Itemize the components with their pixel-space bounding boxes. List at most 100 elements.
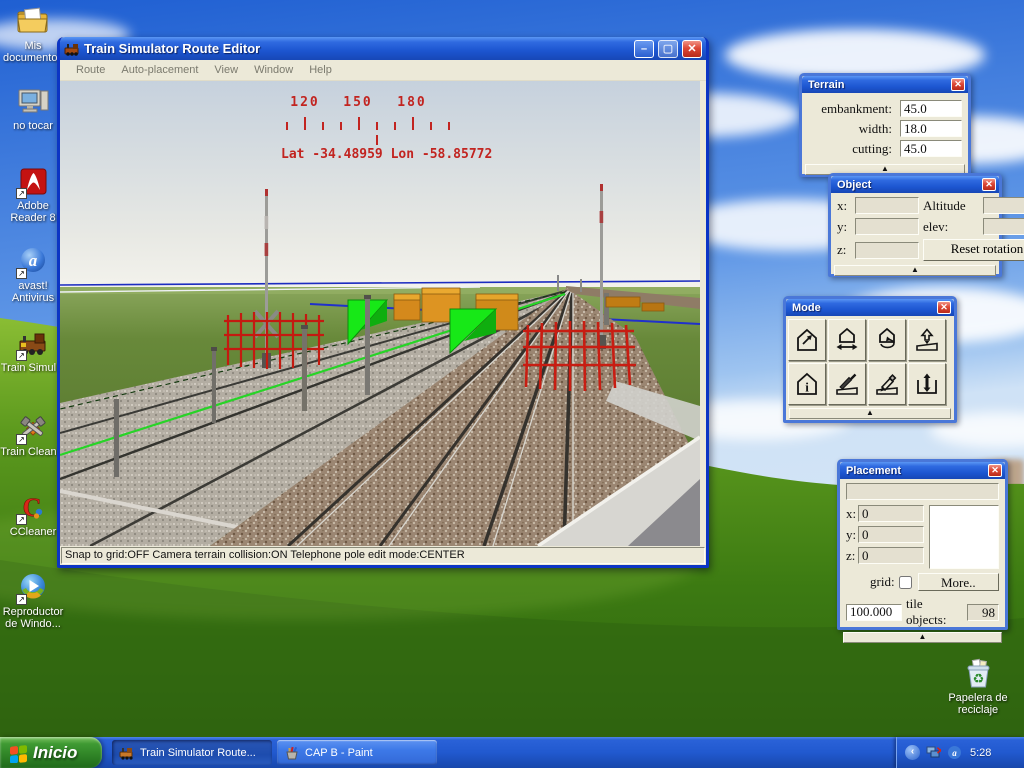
desktop-icon-label: Reproductor de Windo... (0, 606, 66, 630)
width-input[interactable] (900, 120, 962, 137)
placement-x-field[interactable]: 0 (858, 505, 924, 522)
grid-checkbox[interactable] (899, 576, 912, 589)
object-y-field[interactable] (855, 218, 919, 235)
taskbar-button-route-editor[interactable]: Train Simulator Route... (112, 740, 272, 765)
svg-text:✕: ✕ (936, 746, 941, 757)
scale-input[interactable] (846, 604, 902, 621)
shortcut-arrow-icon: ↗ (16, 188, 27, 199)
taskbar-button-paint[interactable]: CAP B - Paint (277, 740, 437, 765)
shortcut-arrow-icon: ↗ (16, 594, 27, 605)
desktop-icon-media-player[interactable]: ↗ Reproductor de Windo... (0, 572, 66, 630)
svg-text:♻: ♻ (973, 671, 985, 686)
placement-y-field[interactable]: 0 (858, 526, 924, 543)
mode-object-info-button[interactable]: i (788, 363, 826, 405)
close-button[interactable]: ✕ (682, 40, 702, 58)
placement-object-listbox[interactable] (929, 505, 999, 569)
compass-heading-150: 150 (336, 95, 380, 110)
minimize-button[interactable]: – (634, 40, 654, 58)
x-label: x: (837, 198, 851, 214)
desktop-icon-recycle-bin[interactable]: ♻ Papelera de reciclaje (938, 658, 1018, 716)
close-icon[interactable]: ✕ (951, 78, 965, 91)
object-x-field[interactable] (855, 197, 919, 214)
elev-label: elev: (923, 219, 979, 235)
mode-terrain-raise-lower-button[interactable] (908, 363, 946, 405)
mode-terrain-pencil-button[interactable] (868, 363, 906, 405)
close-icon[interactable]: ✕ (937, 301, 951, 314)
embankment-label: embankment: (808, 101, 900, 117)
media-player-icon: ↗ (16, 572, 50, 604)
window-train-icon (64, 41, 80, 57)
placement-panel-titlebar[interactable]: Placement ✕ (840, 462, 1005, 479)
menu-route[interactable]: Route (68, 64, 113, 76)
terrain-raise-lower-icon (914, 371, 940, 397)
ccleaner-icon: C ↗ (16, 492, 50, 524)
close-icon[interactable]: ✕ (982, 178, 996, 191)
object-panel-title: Object (837, 179, 982, 191)
shortcut-arrow-icon: ↗ (16, 434, 27, 445)
network-disconnected-icon[interactable]: ✕ (926, 745, 941, 760)
adobe-reader-icon: ↗ (16, 166, 50, 198)
menu-auto-placement[interactable]: Auto-placement (113, 64, 206, 76)
panel-collapse-bar[interactable]: ▲ (834, 265, 996, 276)
tile-objects-label: tile objects: (906, 596, 963, 628)
menu-help[interactable]: Help (301, 64, 340, 76)
altitude-field[interactable] (983, 197, 1024, 214)
status-text: Snap to grid:OFF Camera terrain collisio… (61, 547, 705, 564)
shortcut-arrow-icon: ↗ (16, 268, 27, 279)
elev-field[interactable] (983, 218, 1024, 235)
start-label: Inicio (33, 743, 77, 763)
z-label: z: (837, 242, 851, 258)
shortcut-arrow-icon: ↗ (16, 350, 27, 361)
z-label: z: (846, 548, 858, 564)
compass-center-tick (376, 135, 378, 145)
cutting-input[interactable] (900, 140, 962, 157)
desktop-icon-label: Papelera de reciclaje (938, 692, 1018, 716)
y-label: y: (846, 527, 858, 543)
object-z-field[interactable] (855, 242, 919, 259)
more-button[interactable]: More.. (918, 573, 999, 591)
mode-rotate-object-button[interactable] (868, 319, 906, 361)
terrain-panel-titlebar[interactable]: Terrain ✕ (802, 76, 968, 93)
window-titlebar[interactable]: Train Simulator Route Editor – ▢ ✕ (60, 37, 706, 60)
compass-heading-120: 120 (283, 95, 327, 110)
panel-collapse-bar[interactable]: ▲ (789, 408, 951, 419)
altitude-label: Altitude (923, 198, 979, 214)
close-icon[interactable]: ✕ (988, 464, 1002, 477)
placement-z-field[interactable]: 0 (858, 547, 924, 564)
embankment-input[interactable] (900, 100, 962, 117)
cutting-label: cutting: (808, 141, 900, 157)
start-button[interactable]: Inicio (0, 737, 102, 768)
compass-heading-180: 180 (390, 95, 434, 110)
y-label: y: (837, 219, 851, 235)
mode-panel-titlebar[interactable]: Mode ✕ (786, 299, 954, 316)
taskbar-button-label: CAP B - Paint (305, 747, 373, 759)
mode-place-object-button[interactable] (788, 319, 826, 361)
object-panel-titlebar[interactable]: Object ✕ (831, 176, 999, 193)
rotate-object-icon (874, 327, 900, 353)
lat-lon-readout: Lat -34.48959 Lon -58.85772 (281, 147, 492, 162)
system-tray: ‹ ✕ a 5:28 (896, 737, 1024, 768)
panel-collapse-bar[interactable]: ▲ (843, 632, 1002, 643)
3d-viewport[interactable]: 120 150 180 Lat -34.48959 Lon -58.85772 (60, 81, 700, 546)
avast-tray-icon[interactable]: a (947, 745, 962, 760)
mode-terrain-cut-button[interactable] (828, 363, 866, 405)
status-bar: Snap to grid:OFF Camera terrain collisio… (60, 546, 706, 563)
compass-tick-scale (286, 117, 456, 131)
mode-panel: Mode ✕ i (783, 296, 957, 423)
width-label: width: (808, 121, 900, 137)
terrain-cut-icon (834, 371, 860, 397)
maximize-button[interactable]: ▢ (658, 40, 678, 58)
hide-icons-chevron[interactable]: ‹ (905, 745, 920, 760)
object-panel: Object ✕ x: Altitude y: elev: z: Reset r… (828, 173, 1002, 277)
taskbar-clock[interactable]: 5:28 (970, 747, 991, 759)
menu-window[interactable]: Window (246, 64, 301, 76)
menu-view[interactable]: View (206, 64, 246, 76)
move-object-icon (834, 327, 860, 353)
reset-rotation-button[interactable]: Reset rotation (923, 239, 1024, 261)
place-object-icon (794, 327, 820, 353)
mode-move-object-button[interactable] (828, 319, 866, 361)
placement-object-name-field[interactable] (846, 483, 999, 500)
paint-icon (284, 746, 300, 760)
mode-object-height-button[interactable] (908, 319, 946, 361)
terrain-pencil-icon (874, 371, 900, 397)
